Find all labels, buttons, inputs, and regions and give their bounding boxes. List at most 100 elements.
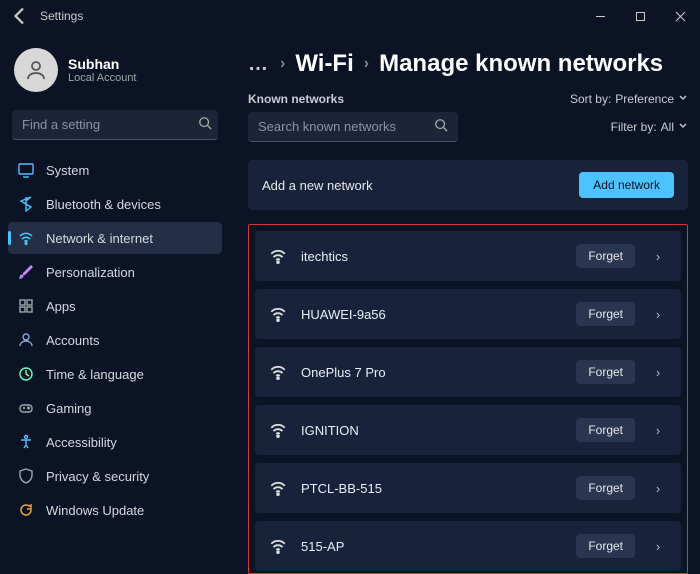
sidebar-nav: System Bluetooth & devices Network & int… [8,154,222,526]
network-name: IGNITION [301,423,562,438]
window-title: Settings [40,9,83,23]
gaming-icon [18,400,34,416]
network-name: itechtics [301,249,562,264]
chevron-right-icon[interactable]: › [649,249,667,264]
sidebar: Subhan Local Account System Bluetooth & … [0,32,230,574]
shield-icon [18,468,34,484]
sidebar-item-accessibility[interactable]: Accessibility [8,426,222,458]
sidebar-item-label: Gaming [46,401,92,416]
search-icon [434,118,448,135]
update-icon [18,502,34,518]
main-content: … › Wi-Fi › Manage known networks Known … [230,32,700,574]
sidebar-item-label: Time & language [46,367,144,382]
filter-value: All [661,120,674,134]
sidebar-item-accounts[interactable]: Accounts [8,324,222,356]
wifi-icon [269,247,287,265]
sidebar-item-network[interactable]: Network & internet [8,222,222,254]
accessibility-icon [18,434,34,450]
breadcrumb: … › Wi-Fi › Manage known networks [248,42,688,92]
chevron-right-icon: › [280,55,285,73]
network-search[interactable] [248,112,458,142]
forget-button[interactable]: Forget [576,360,635,384]
filter-label: Filter by: [611,120,657,134]
network-list: itechtics Forget › HUAWEI-9a56 Forget › … [248,224,688,574]
wifi-icon [269,421,287,439]
breadcrumb-more[interactable]: … [248,53,270,76]
network-row[interactable]: IGNITION Forget › [255,405,681,455]
network-row[interactable]: itechtics Forget › [255,231,681,281]
chevron-right-icon[interactable]: › [649,365,667,380]
sidebar-search-input[interactable] [22,117,198,132]
clock-icon [18,366,34,382]
breadcrumb-wifi[interactable]: Wi-Fi [295,50,353,78]
apps-icon [18,298,34,314]
network-name: PTCL-BB-515 [301,481,562,496]
profile-name: Subhan [68,56,137,72]
forget-button[interactable]: Forget [576,476,635,500]
sidebar-item-label: System [46,163,89,178]
forget-button[interactable]: Forget [576,302,635,326]
sort-dropdown[interactable]: Sort by: Preference [570,92,688,106]
wifi-icon [269,537,287,555]
bluetooth-icon [18,196,34,212]
sidebar-item-label: Bluetooth & devices [46,197,161,212]
network-row[interactable]: PTCL-BB-515 Forget › [255,463,681,513]
wifi-icon [269,479,287,497]
avatar [14,48,58,92]
add-network-row: Add a new network Add network [248,160,688,210]
forget-button[interactable]: Forget [576,244,635,268]
add-network-label: Add a new network [262,178,373,193]
sidebar-item-gaming[interactable]: Gaming [8,392,222,424]
network-row[interactable]: 515-AP Forget › [255,521,681,571]
sidebar-item-apps[interactable]: Apps [8,290,222,322]
sidebar-item-label: Apps [46,299,76,314]
system-icon [18,162,34,178]
network-search-input[interactable] [258,119,434,134]
wifi-icon [269,305,287,323]
network-row[interactable]: OnePlus 7 Pro Forget › [255,347,681,397]
sidebar-item-time[interactable]: Time & language [8,358,222,390]
chevron-down-icon [678,92,688,106]
accounts-icon [18,332,34,348]
chevron-right-icon[interactable]: › [649,307,667,322]
brush-icon [18,264,34,280]
sidebar-search[interactable] [12,110,218,140]
sidebar-item-label: Windows Update [46,503,144,518]
profile-block[interactable]: Subhan Local Account [8,42,222,104]
chevron-right-icon[interactable]: › [649,423,667,438]
chevron-right-icon[interactable]: › [649,539,667,554]
breadcrumb-page: Manage known networks [379,50,663,78]
chevron-right-icon[interactable]: › [649,481,667,496]
wifi-icon [18,230,34,246]
maximize-button[interactable] [620,0,660,32]
title-bar: Settings [0,0,700,32]
sidebar-item-privacy[interactable]: Privacy & security [8,460,222,492]
sidebar-item-system[interactable]: System [8,154,222,186]
back-button[interactable] [8,4,32,28]
network-row[interactable]: HUAWEI-9a56 Forget › [255,289,681,339]
chevron-down-icon [678,120,688,134]
sidebar-item-update[interactable]: Windows Update [8,494,222,526]
sidebar-item-personalization[interactable]: Personalization [8,256,222,288]
profile-sub: Local Account [68,72,137,84]
close-button[interactable] [660,0,700,32]
minimize-button[interactable] [580,0,620,32]
chevron-right-icon: › [364,55,369,73]
forget-button[interactable]: Forget [576,418,635,442]
search-icon [198,116,212,133]
sidebar-item-label: Network & internet [46,231,153,246]
filter-dropdown[interactable]: Filter by: All [611,120,688,134]
forget-button[interactable]: Forget [576,534,635,558]
network-name: 515-AP [301,539,562,554]
network-name: HUAWEI-9a56 [301,307,562,322]
sidebar-item-label: Privacy & security [46,469,149,484]
sidebar-item-bluetooth[interactable]: Bluetooth & devices [8,188,222,220]
wifi-icon [269,363,287,381]
sidebar-item-label: Personalization [46,265,135,280]
network-name: OnePlus 7 Pro [301,365,562,380]
add-network-button[interactable]: Add network [579,172,674,198]
known-networks-label: Known networks [248,92,344,106]
sort-value: Preference [615,92,674,106]
sidebar-item-label: Accessibility [46,435,117,450]
sort-label: Sort by: [570,92,611,106]
